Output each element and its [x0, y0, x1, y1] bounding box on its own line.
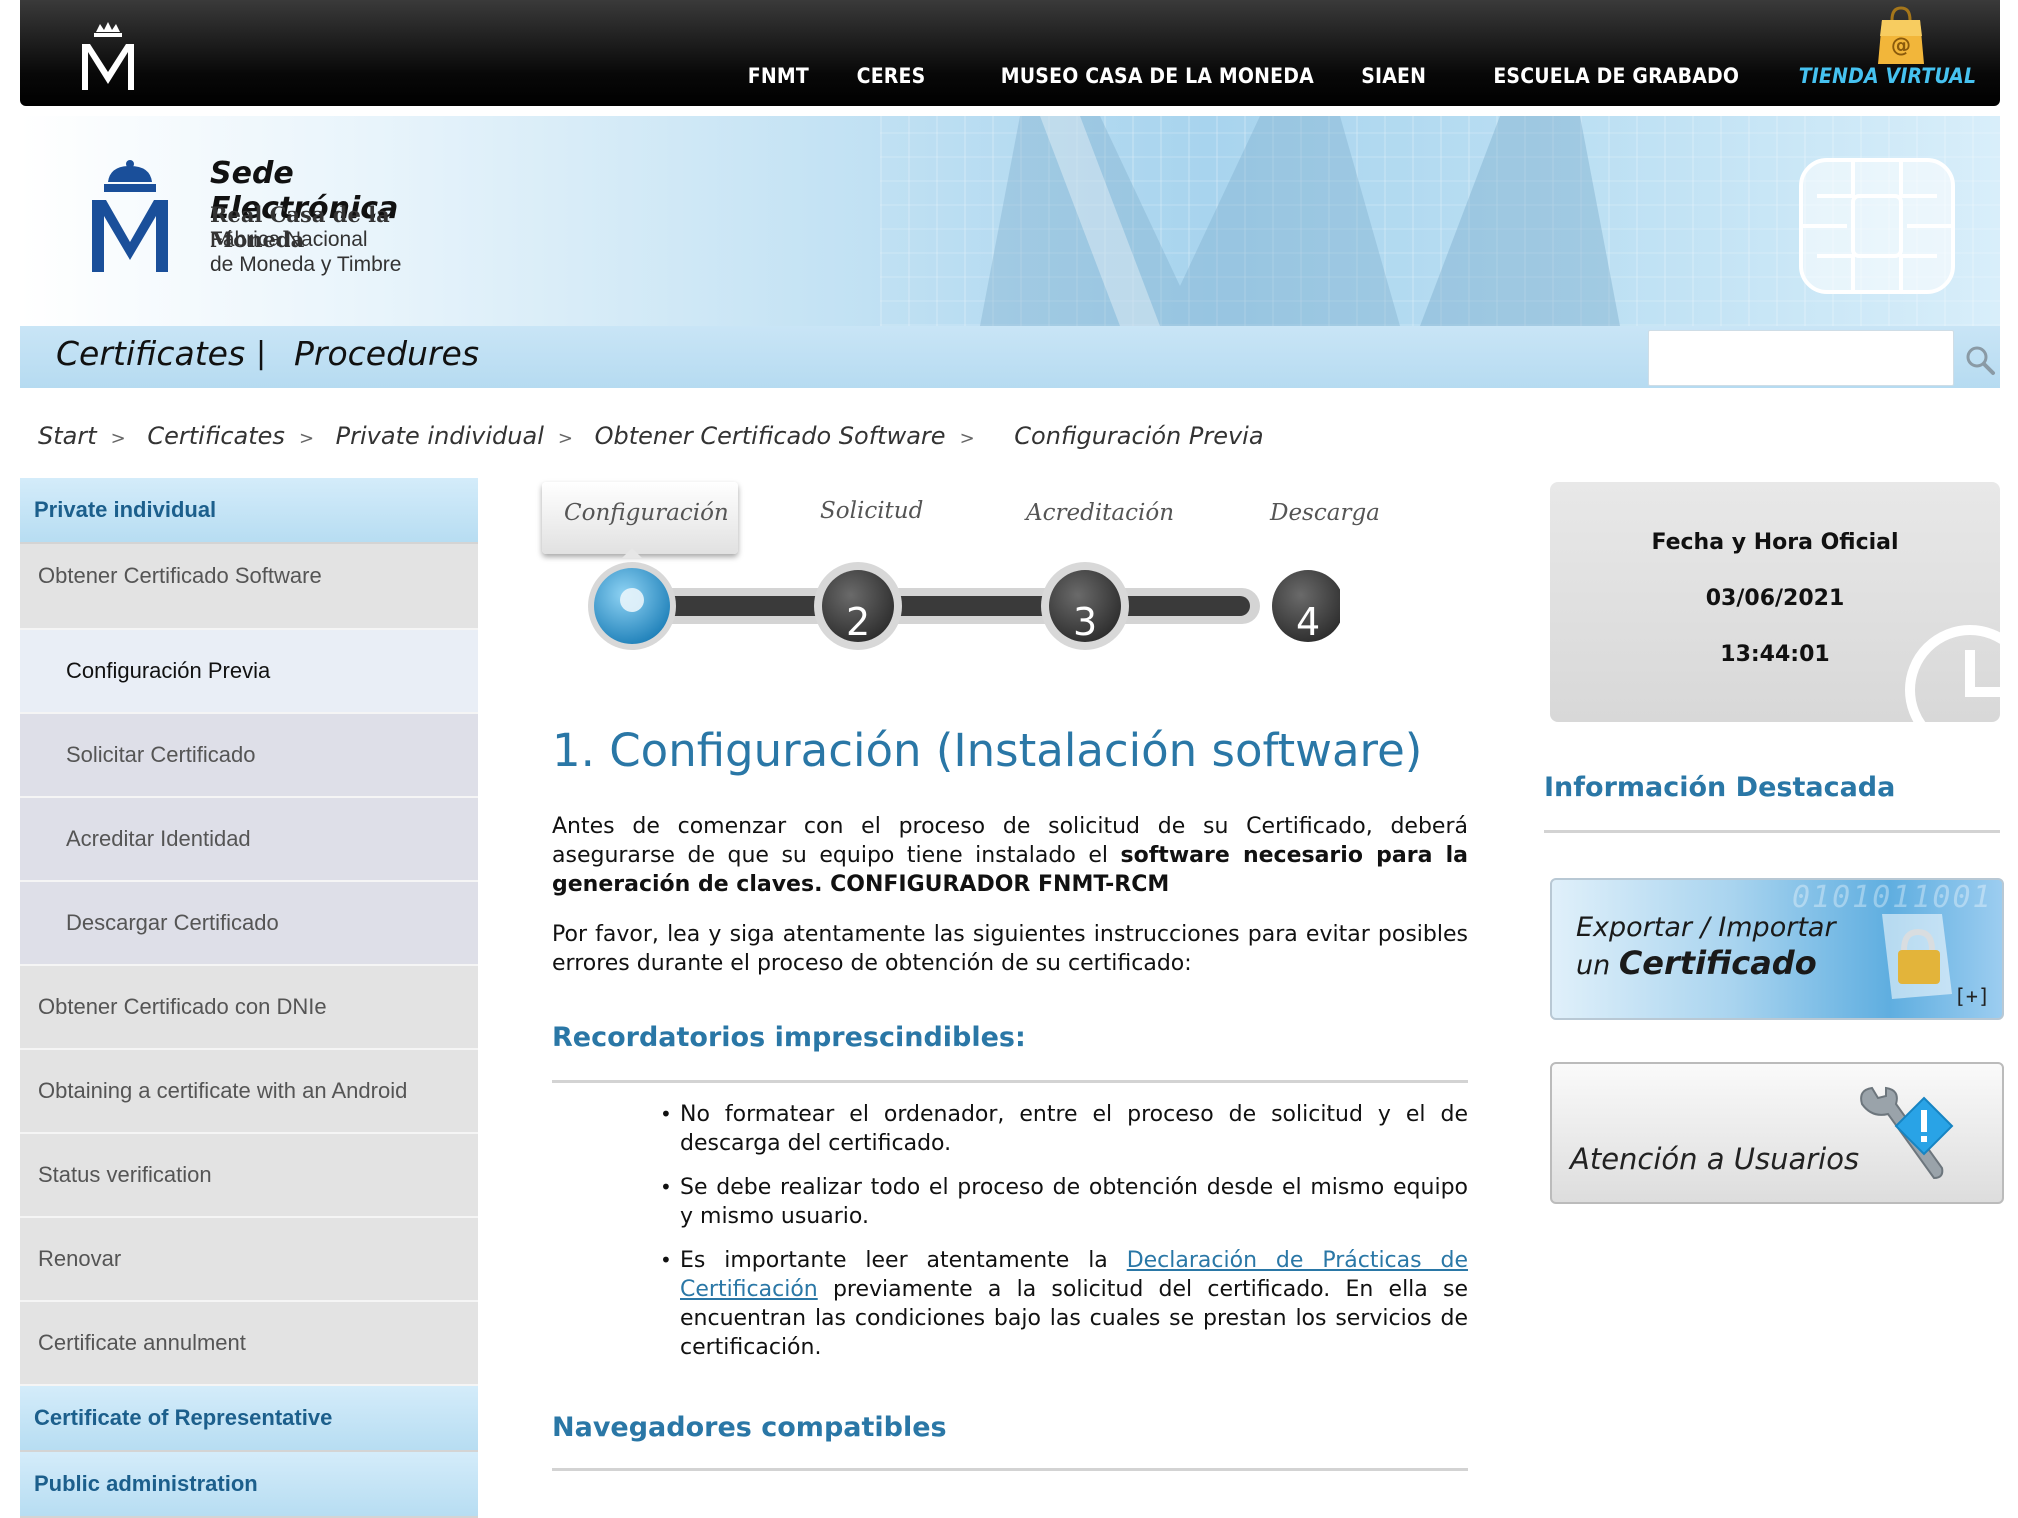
breadcrumb-separator: > — [110, 428, 126, 449]
step-label-solicitud: Solicitud — [820, 498, 924, 524]
top-bar: FNMT CERES MUSEO CASA DE LA MONEDA SIAEN… — [20, 0, 2000, 106]
navegadores-heading: Navegadores compatibles — [552, 1412, 947, 1443]
sidebar-item-obtener-software[interactable]: Obtener Certificado Software — [20, 544, 478, 630]
divider — [552, 1468, 1468, 1471]
step-label-configuracion: Configuración — [564, 500, 729, 526]
brand-line-3: de Moneda y Timbre — [210, 253, 402, 276]
breadcrumb-separator: > — [557, 428, 573, 449]
atencion-usuarios-label: Atención a Usuarios — [1570, 1142, 1860, 1176]
intro-paragraph: Antes de comenzar con el proceso de soli… — [552, 812, 1468, 899]
breadcrumb-obtener-certificado[interactable]: Obtener Certificado Software — [595, 422, 946, 450]
recordatorios-heading: Recordatorios imprescindibles: — [552, 1022, 1026, 1053]
menu-certificates[interactable]: Certificates — [56, 334, 245, 373]
breadcrumb: Start > Certificates > Private individual >… — [38, 422, 1272, 450]
sidebar-item-status[interactable]: Status verification — [20, 1134, 478, 1218]
brand-line-2: Fábrica Nacional — [210, 228, 368, 251]
sidebar-item-descargar[interactable]: Descargar Certificado — [20, 882, 478, 966]
promo1-line-2: un Certificado — [1576, 944, 1817, 982]
step-label-acreditacion: Acreditación — [1026, 500, 1175, 526]
breadcrumb-separator: > — [959, 428, 975, 449]
atencion-usuarios-banner[interactable]: Atención a Usuarios — [1550, 1062, 2004, 1204]
sidebar-item-solicitar[interactable]: Solicitar Certificado — [20, 714, 478, 798]
padlock-icon — [1882, 914, 1952, 999]
clock-title: Fecha y Hora Oficial — [1651, 530, 1899, 555]
section-menu: Certificates | Procedures — [20, 326, 2000, 388]
crown-m-logo-icon[interactable] — [78, 22, 138, 92]
menu-procedures[interactable]: Procedures — [294, 334, 479, 373]
step-label-descarga: Descarga — [1270, 500, 1380, 526]
search-input[interactable] — [1648, 330, 1954, 386]
svg-text:@: @ — [1891, 33, 1911, 57]
divider — [1544, 830, 2000, 833]
stepper-track — [588, 548, 1340, 650]
smart-card-chip-icon — [1799, 158, 1955, 294]
sidebar-item-dnie[interactable]: Obtener Certificado con DNIe — [20, 966, 478, 1050]
step-number-2: 2 — [846, 600, 871, 644]
official-date: 03/06/2021 — [1705, 586, 1845, 611]
top-navigation: FNMT CERES MUSEO CASA DE LA MONEDA SIAEN… — [701, 64, 1976, 88]
promo1-line-2-prefix: un — [1576, 950, 1619, 981]
clock-icon — [1905, 625, 2000, 722]
crown-m-logo-icon — [92, 160, 168, 272]
wrench-alert-icon — [1860, 1086, 1954, 1180]
sidebar-header-representative[interactable]: Certificate of Representative — [20, 1386, 478, 1452]
sidebar-item-annulment[interactable]: Certificate annulment — [20, 1302, 478, 1386]
page-title: 1. Configuración (Instalación software) — [552, 724, 1423, 777]
exportar-importar-certificado-banner[interactable]: 0101011001 Exportar / Importar un Certif… — [1550, 878, 2004, 1020]
sidebar-item-android[interactable]: Obtaining a certificate with an Android — [20, 1050, 478, 1134]
nav-museo[interactable]: MUSEO CASA DE LA MONEDA — [1000, 64, 1313, 88]
header-banner: Sede Electrónica Real Casa de la Moneda … — [20, 116, 2000, 326]
breadcrumb-current: Configuración Previa — [1014, 422, 1264, 450]
sidebar-item-configuracion-previa[interactable]: Configuración Previa — [20, 630, 478, 714]
bullet3-text-a: Es importante leer atentamente la — [680, 1248, 1127, 1273]
sidebar-item-acreditar[interactable]: Acreditar Identidad — [20, 798, 478, 882]
step-number-3: 3 — [1073, 600, 1098, 644]
list-item: Es importante leer atentamente la Declar… — [660, 1246, 1468, 1362]
promo1-line-1: Exportar / Importar — [1576, 912, 1836, 943]
breadcrumb-certificates[interactable]: Certificates — [147, 422, 285, 450]
banner-decoration — [980, 116, 1620, 326]
brand-block[interactable]: Sede Electrónica Real Casa de la Moneda … — [90, 156, 490, 296]
sidebar: Private individual Obtener Certificado S… — [20, 478, 478, 1518]
breadcrumb-separator: > — [298, 428, 315, 449]
informacion-destacada-heading: Información Destacada — [1544, 772, 1896, 803]
sidebar-header-private-individual[interactable]: Private individual — [20, 478, 478, 544]
breadcrumb-start[interactable]: Start — [38, 422, 97, 450]
nav-tienda-virtual[interactable]: TIENDA VIRTUAL — [1799, 64, 1976, 88]
sidebar-header-public-administration[interactable]: Public administration — [20, 1452, 478, 1518]
breadcrumb-private-individual[interactable]: Private individual — [336, 422, 544, 450]
reminders-list: No formatear el ordenador, entre el proc… — [660, 1100, 1468, 1377]
nav-siaen[interactable]: SIAEN — [1361, 64, 1426, 88]
promo1-line-2-bold: Certificado — [1618, 944, 1817, 982]
instructions-paragraph: Por favor, lea y siga atentamente las si… — [552, 922, 1468, 976]
nav-escuela[interactable]: ESCUELA DE GRABADO — [1493, 64, 1739, 88]
expand-plus[interactable]: [+] — [1954, 984, 1990, 1008]
shopping-bag-icon[interactable]: @ — [1878, 6, 1924, 66]
step-number-4: 4 — [1296, 600, 1321, 644]
list-item: No formatear el ordenador, entre el proc… — [660, 1100, 1468, 1158]
list-item: Se debe realizar todo el proceso de obte… — [660, 1173, 1468, 1231]
official-time-box: Fecha y Hora Oficial 03/06/2021 13:44:01 — [1550, 482, 2000, 722]
progress-stepper: Configuración Solicitud Acreditación Des… — [540, 478, 1380, 678]
menu-separator: | — [256, 336, 267, 371]
search-icon[interactable] — [1964, 344, 1996, 376]
nav-fnmt[interactable]: FNMT — [748, 64, 809, 88]
divider — [552, 1080, 1468, 1083]
sidebar-item-renovar[interactable]: Renovar — [20, 1218, 478, 1302]
nav-ceres[interactable]: CERES — [857, 64, 926, 88]
